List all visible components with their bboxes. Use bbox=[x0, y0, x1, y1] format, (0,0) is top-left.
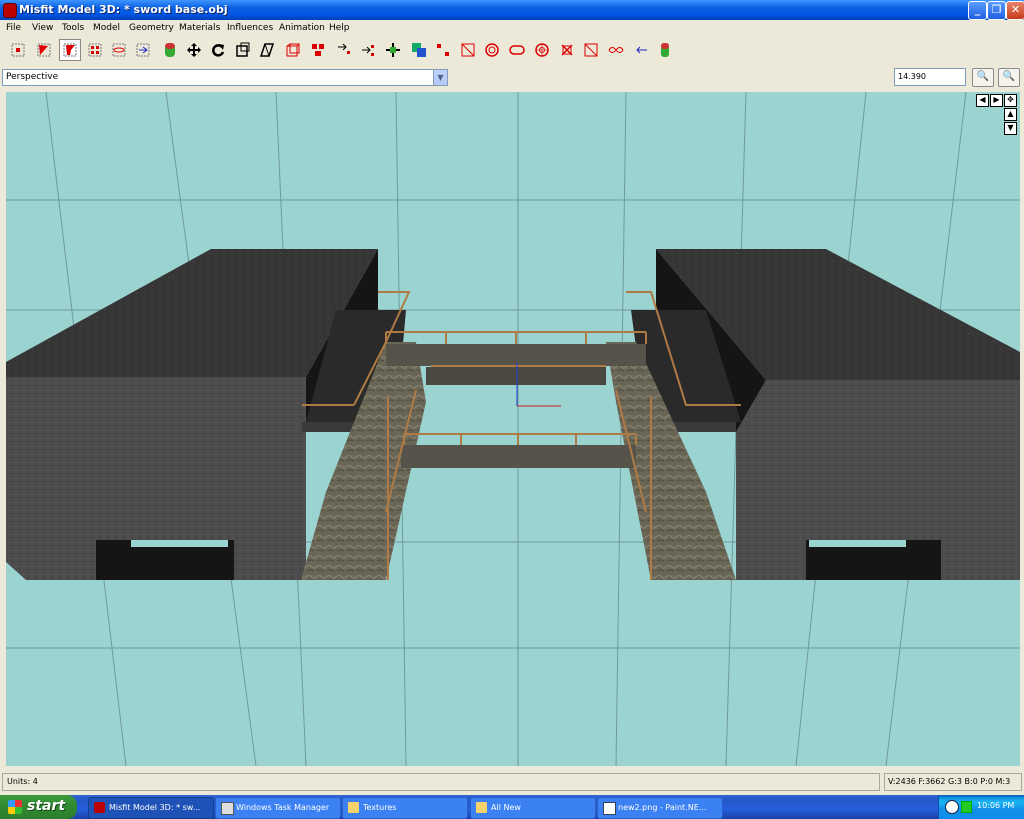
scale-tool[interactable] bbox=[233, 40, 253, 60]
view-mode-value: Perspective bbox=[6, 72, 59, 82]
background-tool[interactable] bbox=[581, 40, 601, 60]
toolbar bbox=[0, 37, 1024, 65]
create-torus-tool[interactable] bbox=[507, 40, 527, 60]
close-button[interactable]: ✕ bbox=[1006, 1, 1024, 20]
select-faces-tool[interactable] bbox=[34, 40, 54, 60]
nav-left-button[interactable]: ◀ bbox=[976, 94, 989, 107]
menu-geometry[interactable]: Geometry bbox=[129, 23, 174, 33]
shear-tool[interactable] bbox=[257, 40, 277, 60]
sync-icon[interactable] bbox=[945, 800, 959, 814]
move-tool[interactable] bbox=[184, 40, 204, 60]
nav-right-button[interactable]: ▶ bbox=[990, 94, 1003, 107]
menu-help[interactable]: Help bbox=[329, 23, 350, 33]
create-rect-tool[interactable] bbox=[409, 40, 429, 60]
task-all-new[interactable]: All New bbox=[470, 797, 596, 819]
point-tool[interactable] bbox=[358, 40, 378, 60]
create-cylinder-tool[interactable] bbox=[482, 40, 502, 60]
menu-materials[interactable]: Materials bbox=[179, 23, 220, 33]
units-panel: Units: 4 bbox=[2, 773, 880, 791]
attach-tool[interactable] bbox=[308, 40, 328, 60]
create-ellipsoid-tool[interactable] bbox=[458, 40, 478, 60]
select-projections-tool[interactable] bbox=[160, 40, 180, 60]
clock: 10:06 PM bbox=[977, 801, 1015, 810]
nav-up-button[interactable]: ▲ bbox=[1004, 108, 1017, 121]
extrude-tool[interactable] bbox=[283, 40, 303, 60]
viewport-3d[interactable]: ◀ ▶ ✥ ▲ ▼ bbox=[6, 92, 1020, 766]
task-misfit[interactable]: Misfit Model 3D: * sw... bbox=[88, 797, 214, 819]
taskbar: start Misfit Model 3D: * sw... Windows T… bbox=[0, 795, 1024, 819]
view-bar: Perspective ▼ 14.390 🔍 🔍 bbox=[0, 68, 1024, 90]
select-vertices-tool[interactable] bbox=[8, 40, 28, 60]
start-button[interactable]: start bbox=[0, 795, 77, 819]
menu-bar: File View Tools Model Geometry Materials… bbox=[0, 20, 1024, 37]
bone-tool[interactable] bbox=[334, 40, 354, 60]
title-bar: Misfit Model 3D: * sword base.obj _ ❐ ✕ bbox=[0, 0, 1024, 20]
menu-influences[interactable]: Influences bbox=[227, 23, 273, 33]
zoom-out-button[interactable]: 🔍 bbox=[998, 68, 1020, 87]
task-task-manager[interactable]: Windows Task Manager bbox=[215, 797, 341, 819]
folder-icon bbox=[476, 802, 487, 813]
folder-icon bbox=[348, 802, 359, 813]
scene-render bbox=[6, 92, 1020, 766]
create-vertex-tool[interactable] bbox=[383, 40, 403, 60]
select-bones-tool[interactable] bbox=[109, 40, 129, 60]
menu-model[interactable]: Model bbox=[93, 23, 120, 33]
menu-view[interactable]: View bbox=[32, 23, 53, 33]
zoom-input[interactable]: 14.390 bbox=[894, 68, 966, 86]
nav-down-button[interactable]: ▼ bbox=[1004, 122, 1017, 135]
nav-pan-button[interactable]: ✥ bbox=[1004, 94, 1017, 107]
misfit-app-icon bbox=[3, 3, 17, 18]
create-projection-tool[interactable] bbox=[557, 40, 577, 60]
paint-texture-tool[interactable] bbox=[631, 40, 651, 60]
create-polygon-tool[interactable] bbox=[532, 40, 552, 60]
select-groups-tool[interactable] bbox=[85, 40, 105, 60]
status-bar: Units: 4 V:2436 F:3662 G:3 B:0 P:0 M:3 bbox=[0, 771, 1024, 793]
menu-file[interactable]: File bbox=[6, 23, 21, 33]
model-stats: V:2436 F:3662 G:3 B:0 P:0 M:3 bbox=[888, 777, 1011, 786]
cylinder-icon[interactable] bbox=[655, 40, 675, 60]
select-connected-tool[interactable] bbox=[59, 39, 81, 61]
window-title: Misfit Model 3D: * sword base.obj bbox=[19, 3, 228, 16]
task-paint[interactable]: new2.png - Paint.NE... bbox=[597, 797, 723, 819]
task-textures[interactable]: Textures bbox=[342, 797, 468, 819]
create-cube-tool[interactable] bbox=[433, 40, 453, 60]
misfit-icon bbox=[94, 802, 105, 813]
units-label: Units: 4 bbox=[7, 777, 38, 786]
restore-button[interactable]: ❐ bbox=[987, 1, 1006, 20]
rotate-tool[interactable] bbox=[208, 40, 228, 60]
menu-animation[interactable]: Animation bbox=[279, 23, 325, 33]
minimize-button[interactable]: _ bbox=[968, 1, 987, 20]
select-points-tool[interactable] bbox=[133, 40, 153, 60]
view-mode-select[interactable]: Perspective ▼ bbox=[2, 69, 448, 86]
chevron-down-icon[interactable]: ▼ bbox=[433, 70, 447, 85]
stats-panel: V:2436 F:3662 G:3 B:0 P:0 M:3 bbox=[884, 773, 1022, 791]
zoom-value: 14.390 bbox=[898, 72, 926, 81]
zoom-in-button[interactable]: 🔍 bbox=[972, 68, 994, 87]
start-label: start bbox=[27, 798, 66, 814]
windows-logo-icon bbox=[8, 800, 22, 814]
menu-tools[interactable]: Tools bbox=[62, 23, 84, 33]
paint-icon bbox=[603, 802, 616, 815]
system-tray: 10:06 PM bbox=[938, 795, 1024, 819]
battery-icon[interactable] bbox=[961, 801, 972, 813]
task-manager-icon bbox=[221, 802, 234, 815]
drag-vertex-tool[interactable] bbox=[606, 40, 626, 60]
